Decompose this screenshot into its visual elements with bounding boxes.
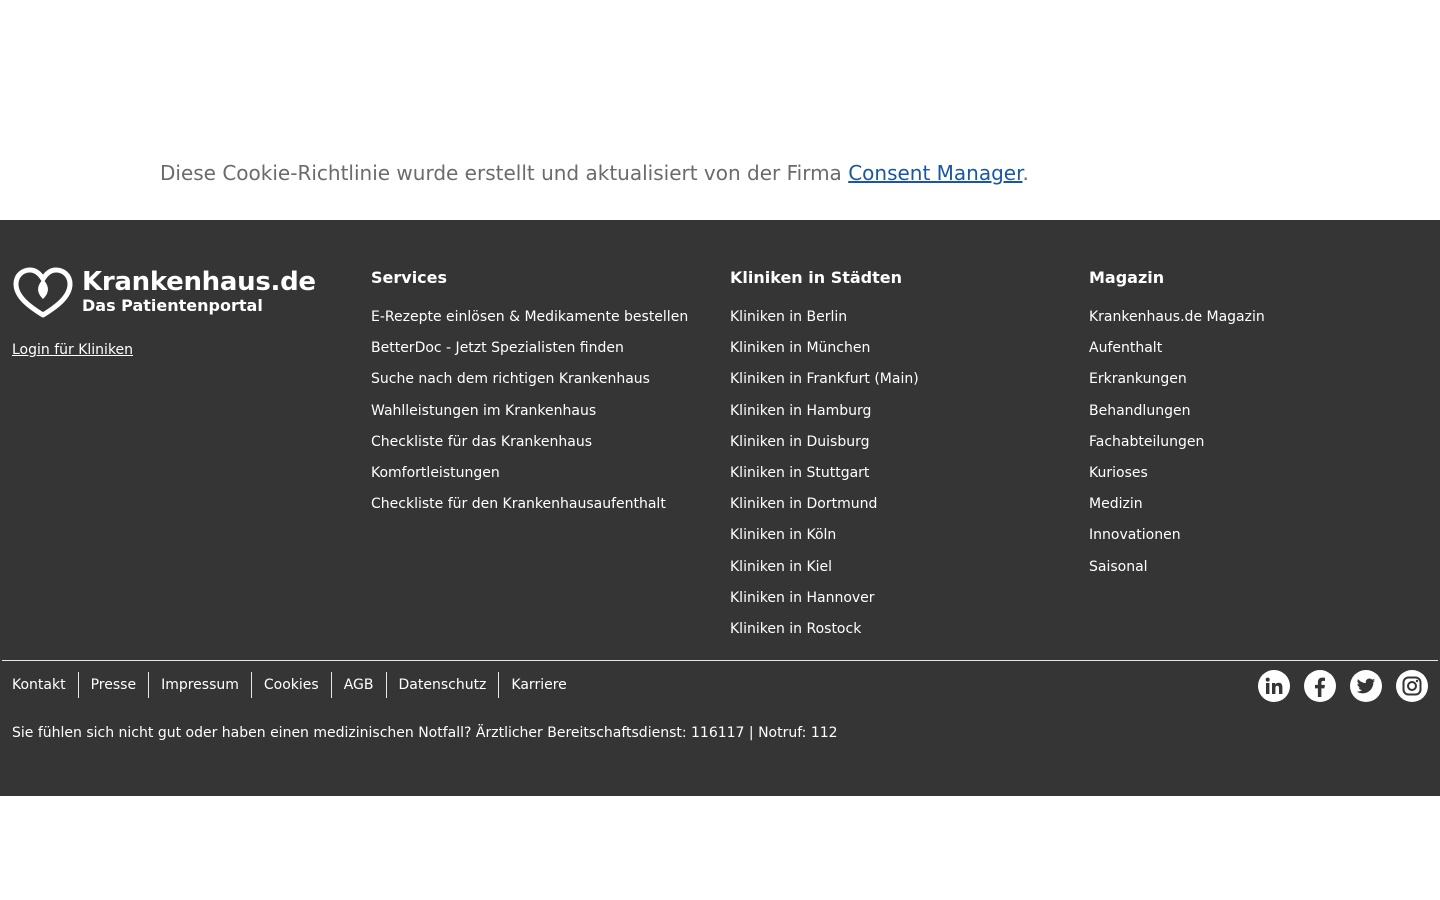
- city-link[interactable]: Kliniken in Hannover: [730, 589, 919, 620]
- consent-manager-link[interactable]: Consent Manager: [848, 161, 1022, 185]
- services-link[interactable]: BetterDoc - Jetzt Spezialisten finden: [371, 339, 688, 370]
- cookie-policy-text: Diese Cookie-Richtlinie wurde erstellt u…: [160, 161, 842, 185]
- presse-link[interactable]: Presse: [79, 672, 150, 698]
- impressum-link[interactable]: Impressum: [149, 672, 252, 698]
- city-link[interactable]: Kliniken in Hamburg: [730, 402, 919, 433]
- agb-link[interactable]: AGB: [332, 672, 387, 698]
- magazin-link[interactable]: Innovationen: [1089, 526, 1265, 557]
- services-link[interactable]: Suche nach dem richtigen Krankenhaus: [371, 370, 688, 401]
- city-link[interactable]: Kliniken in Rostock: [730, 620, 919, 651]
- linkedin-icon[interactable]: [1258, 670, 1290, 702]
- facebook-icon[interactable]: [1304, 670, 1336, 702]
- magazin-link[interactable]: Aufenthalt: [1089, 339, 1265, 370]
- legal-links: Kontakt Presse Impressum Cookies AGB Dat…: [0, 672, 579, 698]
- city-link[interactable]: Kliniken in Frankfurt (Main): [730, 370, 919, 401]
- magazin-link[interactable]: Kurioses: [1089, 464, 1265, 495]
- emergency-notice: Sie fühlen sich nicht gut oder haben ein…: [12, 725, 838, 741]
- datenschutz-link[interactable]: Datenschutz: [387, 672, 500, 698]
- kontakt-link[interactable]: Kontakt: [0, 672, 79, 698]
- social-links: [1258, 670, 1428, 702]
- cookies-link[interactable]: Cookies: [252, 672, 332, 698]
- city-link[interactable]: Kliniken in Stuttgart: [730, 464, 919, 495]
- cities-heading: Kliniken in Städten: [730, 268, 903, 287]
- services-column: Services E-Rezepte einlösen & Medikament…: [371, 268, 688, 526]
- heart-logo-icon: [13, 267, 73, 318]
- magazin-column: Magazin Krankenhaus.de Magazin Aufenthal…: [1089, 268, 1265, 589]
- services-link[interactable]: E-Rezepte einlösen & Medikamente bestell…: [371, 308, 688, 339]
- magazin-heading: Magazin: [1089, 268, 1165, 287]
- services-link[interactable]: Wahlleistungen im Krankenhaus: [371, 402, 688, 433]
- city-link[interactable]: Kliniken in Köln: [730, 526, 919, 557]
- site-footer: Krankenhaus.de Das Patientenportal Login…: [0, 220, 1440, 796]
- city-link[interactable]: Kliniken in Duisburg: [730, 433, 919, 464]
- services-link[interactable]: Komfortleistungen: [371, 464, 688, 495]
- twitter-icon[interactable]: [1350, 670, 1382, 702]
- footer-divider: [2, 660, 1438, 661]
- cities-column: Kliniken in Städten Kliniken in Berlin K…: [730, 268, 919, 651]
- instagram-icon[interactable]: [1396, 670, 1428, 702]
- magazin-link[interactable]: Behandlungen: [1089, 402, 1265, 433]
- logo-title: Krankenhaus.de: [82, 267, 316, 297]
- logo-subtitle: Das Patientenportal: [82, 296, 263, 315]
- cookie-policy-note: Diese Cookie-Richtlinie wurde erstellt u…: [160, 160, 1029, 186]
- city-link[interactable]: Kliniken in Kiel: [730, 558, 919, 589]
- city-link[interactable]: Kliniken in München: [730, 339, 919, 370]
- services-link[interactable]: Checkliste für das Krankenhaus: [371, 433, 688, 464]
- magazin-link[interactable]: Krankenhaus.de Magazin: [1089, 308, 1265, 339]
- login-for-clinics-link[interactable]: Login für Kliniken: [12, 341, 133, 359]
- magazin-link[interactable]: Fachabteilungen: [1089, 433, 1265, 464]
- city-link[interactable]: Kliniken in Berlin: [730, 308, 919, 339]
- karriere-link[interactable]: Karriere: [499, 672, 578, 698]
- city-link[interactable]: Kliniken in Dortmund: [730, 495, 919, 526]
- magazin-link[interactable]: Erkrankungen: [1089, 370, 1265, 401]
- site-logo[interactable]: Krankenhaus.de Das Patientenportal: [12, 267, 316, 319]
- services-heading: Services: [371, 268, 448, 287]
- cookie-policy-suffix: .: [1022, 161, 1029, 185]
- services-link[interactable]: Checkliste für den Krankenhausaufenthalt: [371, 495, 688, 526]
- magazin-link[interactable]: Saisonal: [1089, 558, 1265, 589]
- magazin-link[interactable]: Medizin: [1089, 495, 1265, 526]
